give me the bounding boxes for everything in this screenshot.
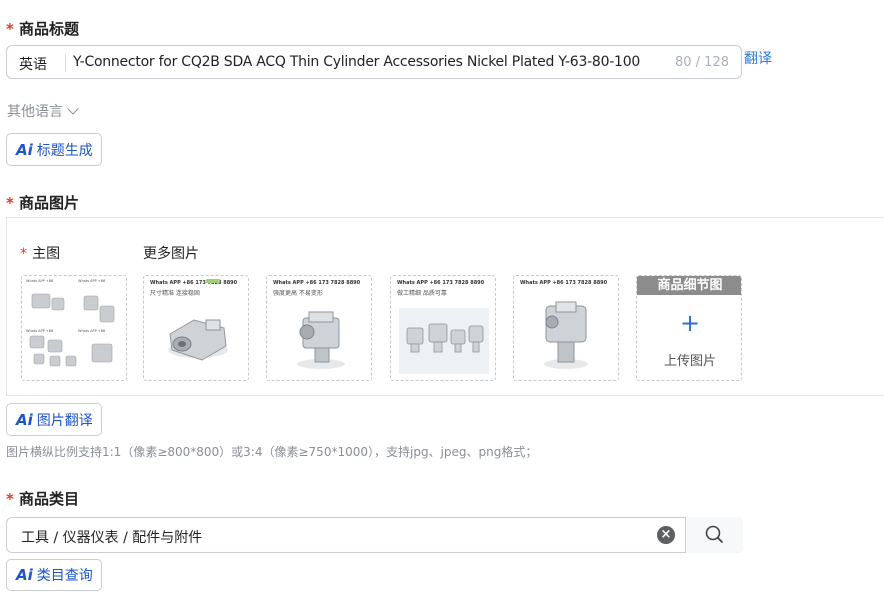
ai-icon: Ai: [16, 410, 33, 429]
translate-link[interactable]: 翻译: [744, 48, 772, 68]
required-mark: *: [6, 20, 14, 38]
svg-text:Whats APP +86: Whats APP +86: [26, 329, 53, 333]
svg-text:Whats APP +86: Whats APP +86: [78, 329, 105, 333]
ai-title-generate-button[interactable]: Ai 标题生成: [6, 133, 102, 166]
svg-text:Whats APP +86: Whats APP +86: [26, 279, 53, 283]
more-image-thumb[interactable]: Whats APP +86 173 7828 8890 尺寸精准 连接稳固: [143, 275, 249, 381]
upload-detail-image[interactable]: 商品细节图 + 上传图片: [636, 275, 742, 381]
product-image: [399, 308, 489, 374]
detail-image-header: 商品细节图: [637, 276, 741, 295]
required-mark: *: [20, 246, 27, 262]
button-label: 标题生成: [36, 142, 93, 159]
title-section-header: * 商品标题: [6, 18, 79, 39]
main-image-thumb[interactable]: Whats APP +86 Whats APP +86 Whats APP +86…: [21, 275, 127, 381]
ai-category-query-button[interactable]: Ai 类目查询: [6, 559, 102, 591]
more-image-thumb[interactable]: Whats APP +86 173 7828 8890 做工精细 品质可靠: [390, 275, 496, 381]
product-image: [297, 311, 345, 369]
required-mark: *: [6, 490, 14, 508]
char-counter: 80 / 128: [675, 55, 729, 70]
image-section-header: * 商品图片: [6, 192, 79, 213]
product-image: [168, 279, 228, 361]
more-images-label: 更多图片: [143, 246, 199, 262]
more-image-thumb[interactable]: Whats APP +86 173 7828 8890: [513, 275, 619, 381]
more-image-thumb[interactable]: Whats APP +86 173 7828 8890 强度更高 不易变形: [266, 275, 372, 381]
category-section-header: * 商品类目: [6, 488, 79, 509]
required-mark: *: [6, 194, 14, 212]
category-input[interactable]: 工具 / 仪器仪表 / 配件与附件 ×: [6, 517, 743, 553]
button-label: 类目查询: [36, 568, 93, 584]
ai-image-translate-button[interactable]: Ai 图片翻译: [6, 403, 102, 436]
section-title: 商品标题: [18, 20, 79, 38]
title-input[interactable]: 英语 Y-Connector for CQ2B SDA ACQ Thin Cyl…: [6, 45, 742, 79]
product-image: [544, 301, 588, 369]
language-label[interactable]: 英语: [19, 54, 47, 74]
button-label: 图片翻译: [36, 412, 93, 429]
other-languages-toggle[interactable]: 其他语言: [7, 101, 79, 121]
image-format-hint: 图片横纵比例支持1:1（像素≥800*800）或3:4（像素≥750*1000）…: [6, 445, 538, 459]
search-icon: [705, 525, 723, 543]
section-title: 商品图片: [18, 194, 79, 212]
clear-icon[interactable]: ×: [657, 526, 675, 544]
product-collage-image: Whats APP +86 Whats APP +86 Whats APP +86…: [22, 276, 126, 380]
ai-icon: Ai: [16, 140, 33, 159]
main-image-text: 主图: [32, 246, 61, 262]
category-search-button[interactable]: [685, 517, 743, 553]
svg-text:Whats APP +86: Whats APP +86: [78, 279, 105, 283]
main-image-label: * 主图: [20, 243, 60, 263]
divider: [65, 54, 66, 72]
title-value[interactable]: Y-Connector for CQ2B SDA ACQ Thin Cylind…: [73, 54, 640, 70]
other-languages-label: 其他语言: [7, 104, 63, 120]
upload-label: 上传图片: [663, 354, 716, 369]
chevron-down-icon: [67, 103, 79, 115]
plus-icon: +: [679, 309, 701, 337]
category-value[interactable]: 工具 / 仪器仪表 / 配件与附件: [21, 527, 202, 547]
ai-icon: Ai: [16, 566, 33, 584]
section-title: 商品类目: [18, 490, 79, 508]
